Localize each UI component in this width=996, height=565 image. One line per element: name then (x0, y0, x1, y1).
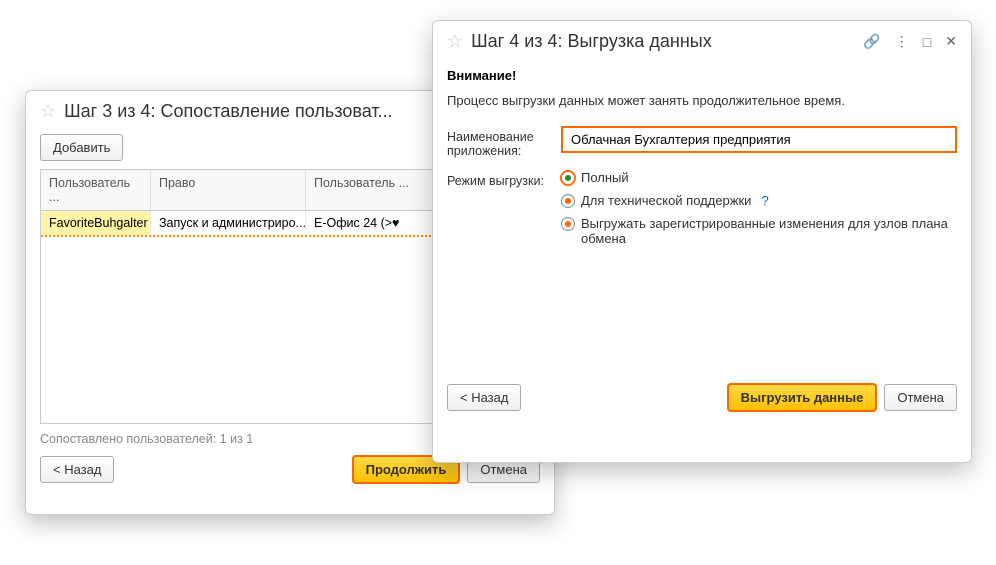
warning-title: Внимание! (447, 68, 957, 83)
radio-full[interactable]: Полный (561, 170, 957, 185)
radio-icon (561, 217, 575, 231)
close-icon[interactable]: ✕ (945, 33, 957, 50)
export-mode-label: Режим выгрузки: (447, 170, 555, 188)
radio-tech-label: Для технической поддержки (581, 193, 751, 208)
col-right[interactable]: Право (151, 170, 306, 210)
radio-full-label: Полный (581, 170, 629, 185)
cell-right[interactable]: Запуск и администриро... (151, 211, 306, 235)
star-icon[interactable]: ☆ (40, 101, 56, 122)
cancel-button[interactable]: Отмена (884, 384, 957, 411)
link-icon[interactable]: 🔗 (863, 33, 880, 50)
maximize-icon[interactable]: □ (923, 34, 931, 50)
back-button[interactable]: < Назад (40, 456, 114, 483)
radio-icon (561, 194, 575, 208)
export-button[interactable]: Выгрузить данные (728, 384, 877, 411)
app-name-label: Наименование приложения: (447, 126, 555, 158)
radio-nodes-label: Выгружать зарегистрированные изменения д… (581, 216, 957, 246)
radio-icon (561, 171, 575, 185)
step4-title: Шаг 4 из 4: Выгрузка данных (471, 31, 863, 52)
menu-icon[interactable]: ⋮ (895, 33, 909, 50)
app-name-input[interactable]: Облачная Бухгалтерия предприятия (561, 126, 957, 153)
add-button[interactable]: Добавить (40, 134, 123, 161)
col-user[interactable]: Пользователь ... (41, 170, 151, 210)
step4-titlebar: ☆ Шаг 4 из 4: Выгрузка данных 🔗 ⋮ □ ✕ (433, 21, 971, 60)
warning-text: Процесс выгрузки данных может занять про… (447, 93, 957, 108)
radio-tech[interactable]: Для технической поддержки ? (561, 193, 957, 208)
cell-user[interactable]: FavoriteBuhgalter (41, 211, 151, 235)
help-icon[interactable]: ? (761, 193, 768, 208)
star-icon[interactable]: ☆ (447, 31, 463, 52)
radio-nodes[interactable]: Выгружать зарегистрированные изменения д… (561, 216, 957, 246)
back-button[interactable]: < Назад (447, 384, 521, 411)
step4-window: ☆ Шаг 4 из 4: Выгрузка данных 🔗 ⋮ □ ✕ Вн… (432, 20, 972, 463)
